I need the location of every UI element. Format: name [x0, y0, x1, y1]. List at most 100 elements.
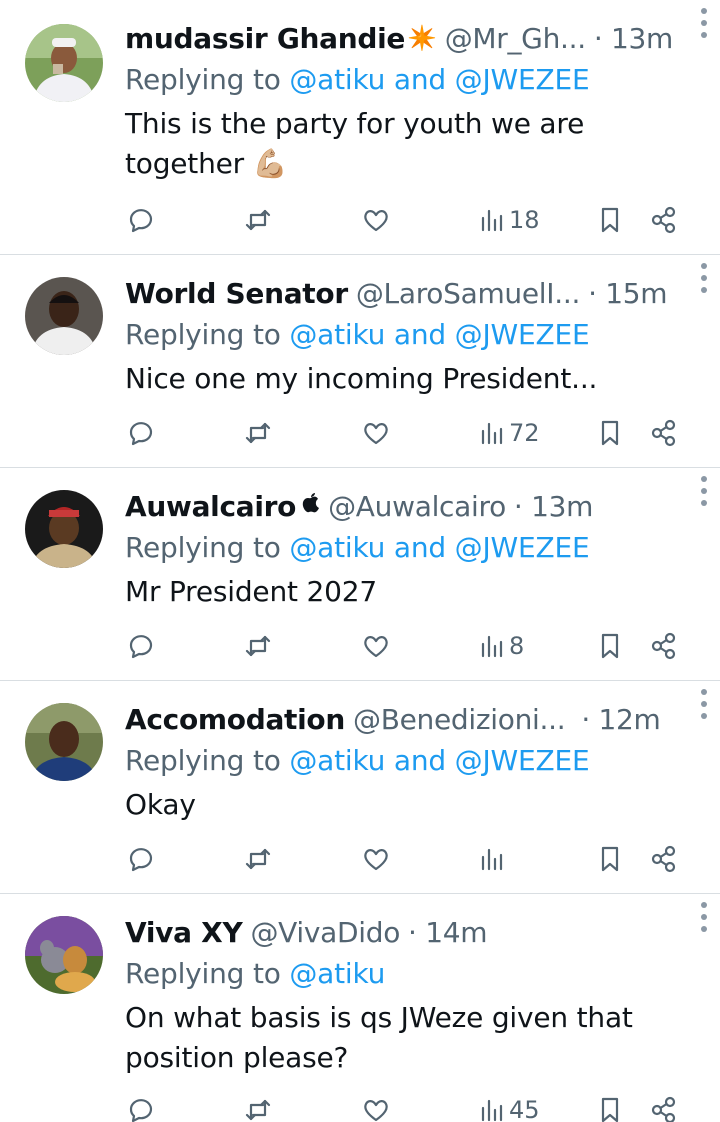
- replying-to-label: Replying to: [125, 957, 290, 990]
- tweet-text: Nice one my incoming President...: [125, 362, 598, 395]
- views-button[interactable]: 8: [477, 626, 524, 666]
- mention-link[interactable]: @atiku and @JWEZEE: [289, 531, 589, 564]
- like-button[interactable]: [361, 200, 391, 240]
- reply-icon: [129, 848, 153, 872]
- share-button[interactable]: [649, 413, 679, 453]
- bookmark-icon: [601, 1097, 619, 1122]
- repost-button[interactable]: [243, 839, 273, 879]
- mention-link[interactable]: @atiku and @JWEZEE: [289, 318, 589, 351]
- views-count: 72: [509, 419, 540, 447]
- bookmark-button[interactable]: [595, 200, 625, 240]
- share-button[interactable]: [649, 200, 679, 240]
- reply-icon: [129, 1099, 153, 1122]
- avatar[interactable]: [25, 703, 103, 781]
- share-icon: [651, 845, 676, 873]
- reply-button[interactable]: [125, 413, 155, 453]
- display-name[interactable]: World Senator: [125, 277, 348, 310]
- user-handle[interactable]: @Mr_Gh...: [445, 22, 586, 55]
- timestamp[interactable]: · 12m: [581, 703, 661, 736]
- user-handle[interactable]: @Benedizioni...: [353, 703, 565, 736]
- avatar[interactable]: [25, 490, 103, 568]
- views-count: 45: [509, 1096, 540, 1122]
- bookmark-button[interactable]: [595, 413, 625, 453]
- more-options-icon[interactable]: [696, 902, 712, 932]
- repost-button[interactable]: [243, 1090, 273, 1122]
- views-count: 18: [509, 206, 540, 234]
- mention-link[interactable]: @atiku: [289, 957, 385, 990]
- views-chart-icon: [481, 635, 503, 658]
- reply-button[interactable]: [125, 626, 155, 666]
- like-button[interactable]: [361, 413, 391, 453]
- views-button[interactable]: [477, 839, 509, 879]
- replying-to-label: Replying to: [125, 744, 290, 777]
- user-handle[interactable]: @VivaDido: [250, 916, 400, 949]
- views-chart-icon: [481, 1099, 503, 1122]
- timestamp[interactable]: · 14m: [408, 916, 488, 949]
- tweet-card[interactable]: Accomodation @Benedizioni... · 12m Reply…: [0, 681, 720, 894]
- share-button[interactable]: [649, 626, 679, 666]
- views-button[interactable]: 45: [477, 1090, 540, 1122]
- display-name[interactable]: Auwalcairo: [125, 490, 296, 523]
- repost-button[interactable]: [243, 626, 273, 666]
- avatar[interactable]: [25, 277, 103, 355]
- share-icon: [651, 206, 676, 234]
- replying-to: Replying to @atiku: [125, 954, 700, 994]
- avatar[interactable]: [25, 916, 103, 994]
- display-name[interactable]: Accomodation: [125, 703, 345, 736]
- bookmark-button[interactable]: [595, 1090, 625, 1122]
- reply-button[interactable]: [125, 1090, 155, 1122]
- tweet-card[interactable]: mudassir Ghandie ✴️ @Mr_Gh... · 13m Repl…: [0, 0, 720, 255]
- bookmark-icon: [601, 207, 619, 233]
- repost-icon: [245, 1099, 271, 1121]
- repost-button[interactable]: [243, 200, 273, 240]
- heart-icon: [364, 423, 388, 445]
- replying-to-label: Replying to: [125, 318, 290, 351]
- reply-icon: [129, 422, 153, 446]
- share-icon: [651, 632, 676, 660]
- display-name[interactable]: mudassir Ghandie: [125, 22, 405, 55]
- views-chart-icon: [481, 848, 503, 871]
- tweet-card[interactable]: Auwalcairo @Auwalcairo · 13m Replying to…: [0, 468, 720, 681]
- bookmark-icon: [601, 420, 619, 446]
- replying-to-label: Replying to: [125, 531, 290, 564]
- replying-to: Replying to @atiku and @JWEZEE: [125, 60, 700, 100]
- more-options-icon[interactable]: [696, 476, 712, 506]
- action-bar: 72: [125, 413, 685, 453]
- tweet-card[interactable]: World Senator @LaroSamuelI... · 15m Repl…: [0, 255, 720, 468]
- more-options-icon[interactable]: [696, 689, 712, 719]
- replying-to-label: Replying to: [125, 63, 290, 96]
- share-button[interactable]: [649, 1090, 679, 1122]
- action-bar: 45: [125, 1090, 685, 1122]
- reply-button[interactable]: [125, 839, 155, 879]
- share-button[interactable]: [649, 839, 679, 879]
- mention-link[interactable]: @atiku and @JWEZEE: [289, 63, 589, 96]
- repost-icon: [245, 209, 271, 231]
- user-handle[interactable]: @LaroSamuelI...: [356, 277, 580, 310]
- share-icon: [651, 419, 676, 447]
- views-button[interactable]: 72: [477, 413, 540, 453]
- timestamp[interactable]: · 13m: [514, 490, 594, 523]
- display-name[interactable]: Viva XY: [125, 916, 243, 949]
- bookmark-button[interactable]: [595, 839, 625, 879]
- apple-icon: [302, 492, 320, 520]
- bookmark-icon: [601, 846, 619, 872]
- tweet-card[interactable]: Viva XY @VivaDido · 14m Replying to @ati…: [0, 894, 720, 1122]
- reply-button[interactable]: [125, 200, 155, 240]
- more-options-icon[interactable]: [696, 263, 712, 293]
- mention-link[interactable]: @atiku and @JWEZEE: [289, 744, 589, 777]
- like-button[interactable]: [361, 626, 391, 666]
- action-bar: 8: [125, 626, 685, 666]
- bookmark-button[interactable]: [595, 626, 625, 666]
- like-button[interactable]: [361, 839, 391, 879]
- more-options-icon[interactable]: [696, 8, 712, 38]
- like-button[interactable]: [361, 1090, 391, 1122]
- user-handle[interactable]: @Auwalcairo: [328, 490, 506, 523]
- replying-to: Replying to @atiku and @JWEZEE: [125, 528, 700, 568]
- heart-icon: [364, 849, 388, 871]
- replying-to: Replying to @atiku and @JWEZEE: [125, 315, 700, 355]
- views-button[interactable]: 18: [477, 200, 540, 240]
- avatar[interactable]: [25, 24, 103, 102]
- repost-button[interactable]: [243, 413, 273, 453]
- timestamp[interactable]: · 15m: [588, 277, 668, 310]
- timestamp[interactable]: · 13m: [594, 22, 674, 55]
